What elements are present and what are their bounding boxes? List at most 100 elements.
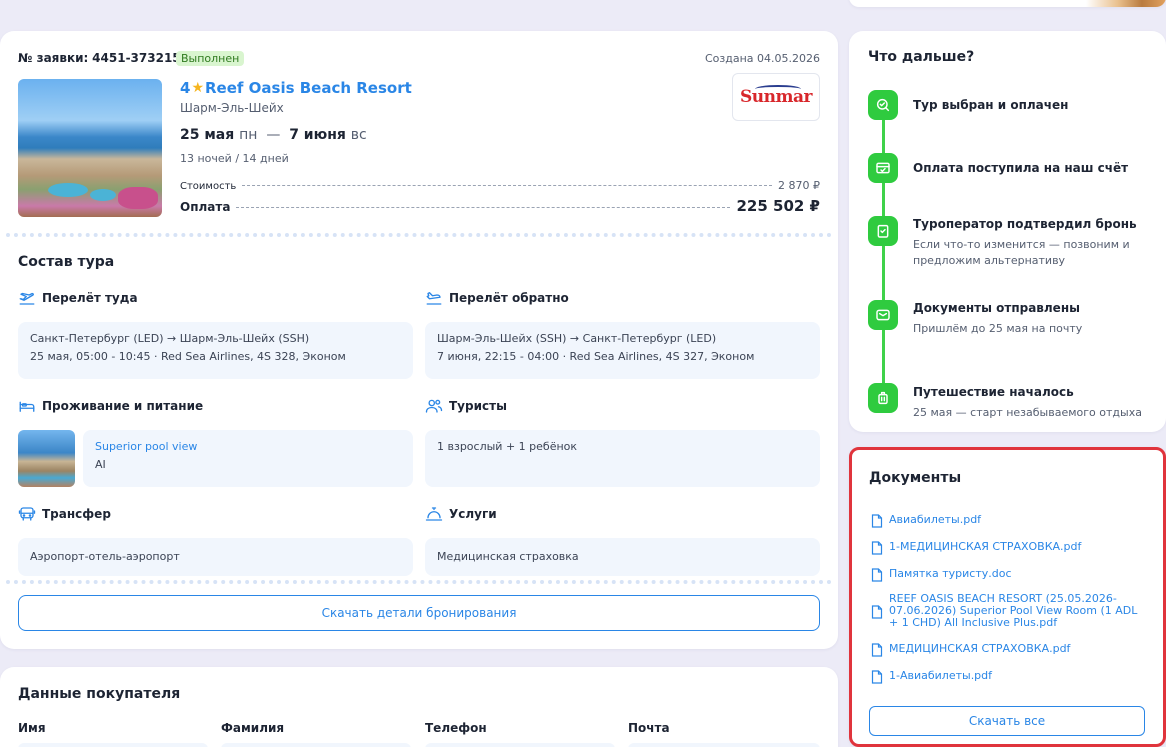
step-description: Пришлём до 25 мая на почту: [913, 322, 1083, 335]
document-link[interactable]: Памятка туристу.doc: [871, 568, 1143, 582]
wallet-icon: [868, 153, 898, 183]
transfer-heading: Трансфер: [18, 505, 111, 523]
room-type-link[interactable]: Superior pool view: [95, 438, 401, 456]
services-box: Медицинская страховка: [425, 538, 820, 576]
file-icon: [871, 514, 883, 528]
next-steps-card: Что дальше? Тур выбран и оплачен Оплата …: [849, 31, 1166, 432]
document-link[interactable]: 1-Авиабилеты.pdf: [871, 670, 1143, 684]
flight-to-details: 25 мая, 05:00 - 10:45 · Red Sea Airlines…: [30, 350, 346, 363]
document-name[interactable]: Памятка туристу.doc: [889, 568, 1012, 580]
step-title: Туроператор подтвердил бронь: [913, 217, 1137, 231]
dow-to: вс: [350, 127, 367, 143]
dates-dash: —: [266, 127, 281, 143]
step-description: 25 мая — старт незабываемого отдыха: [913, 406, 1142, 419]
document-link[interactable]: 1-МЕДИЦИНСКАЯ СТРАХОВКА.pdf: [871, 541, 1143, 555]
flight-to-heading: Перелёт туда: [18, 289, 138, 307]
tourists-value: 1 взрослый + 1 ребёнок: [437, 440, 578, 453]
divider: [6, 233, 832, 237]
nights-count: 13 ночей / 14 дней: [180, 152, 289, 165]
created-date: Создана 04.05.2026: [704, 52, 820, 65]
cost-value: 2 870 ₽: [778, 179, 820, 192]
buyer-title: Данные покупателя: [18, 686, 181, 702]
plane-landing-icon: [426, 292, 442, 305]
buyer-phone-label: Телефон: [425, 721, 487, 735]
document-name[interactable]: МЕДИЦИНСКАЯ СТРАХОВКА.pdf: [889, 643, 1070, 655]
payment-row: Оплата 225 502 ₽: [180, 197, 820, 215]
document-name[interactable]: 1-МЕДИЦИНСКАЯ СТРАХОВКА.pdf: [889, 541, 1081, 553]
document-link[interactable]: REEF OASIS BEACH RESORT (25.05.2026-07.0…: [871, 593, 1143, 629]
service-bell-icon: [425, 507, 443, 521]
hotel-photo[interactable]: [18, 79, 162, 217]
step-title: Оплата поступила на наш счёт: [913, 161, 1129, 175]
hotel-name-link[interactable]: 4 ★ Reef Oasis Beach Resort: [180, 79, 412, 97]
transfer-label: Трансфер: [42, 507, 111, 521]
room-photo[interactable]: [18, 430, 75, 487]
tourists-box: 1 взрослый + 1 ребёнок: [425, 430, 820, 487]
document-link[interactable]: МЕДИЦИНСКАЯ СТРАХОВКА.pdf: [871, 643, 1143, 657]
document-link[interactable]: Авиабилеты.pdf: [871, 514, 1143, 528]
luggage-icon: [868, 383, 898, 413]
plane-takeoff-icon: [19, 292, 35, 305]
payment-label: Оплата: [180, 200, 231, 214]
flight-to-box: Санкт-Петербург (LED) → Шарм-Эль-Шейх (S…: [18, 322, 413, 379]
transfer-value: Аэропорт-отель-аэропорт: [30, 550, 180, 563]
buyer-last-name-field: [221, 743, 411, 747]
flight-back-details: 7 июня, 22:15 - 04:00 · Red Sea Airlines…: [437, 350, 755, 363]
flight-back-label: Перелёт обратно: [449, 291, 569, 305]
accommodation-heading: Проживание и питание: [18, 397, 203, 415]
services-heading: Услуги: [425, 505, 497, 523]
download-all-button[interactable]: Скачать все: [869, 706, 1145, 736]
date-from: 25 мая: [180, 127, 235, 143]
transfer-box: Аэропорт-отель-аэропорт: [18, 538, 413, 576]
booking-card: № заявки: 4451-373215 Выполнен Создана 0…: [0, 31, 838, 649]
buyer-phone-field: [425, 743, 615, 747]
bus-icon: [18, 507, 36, 521]
order-label: № заявки:: [18, 51, 89, 65]
hotel-stars: 4: [180, 79, 191, 97]
accommodation-box: Superior pool view AI: [83, 430, 413, 487]
meal-plan: AI: [95, 458, 106, 471]
cost-label: Стоимость: [180, 181, 237, 192]
status-badge: Выполнен: [176, 51, 245, 66]
clipboard-check-icon: [868, 216, 898, 246]
step-title: Тур выбран и оплачен: [913, 98, 1069, 112]
flight-back-box: Шарм-Эль-Шейх (SSH) → Санкт-Петербург (L…: [425, 322, 820, 379]
order-number: № заявки: 4451-373215: [18, 51, 181, 65]
buyer-first-name-field: [18, 743, 208, 747]
next-steps-title: Что дальше?: [868, 49, 975, 65]
file-icon: [871, 643, 883, 657]
star-icon: ★: [191, 80, 204, 96]
promo-image: [1086, 0, 1166, 7]
buyer-card: Данные покупателя Имя Фамилия Телефон По…: [0, 667, 838, 747]
services-value: Медицинская страховка: [437, 550, 579, 563]
tour-composition-title: Состав тура: [18, 254, 115, 270]
users-icon: [425, 399, 443, 413]
documents-title: Документы: [869, 470, 962, 486]
top-promo-card: [849, 0, 1166, 7]
buyer-email-field: [628, 743, 820, 747]
timeline-line: [882, 105, 885, 395]
divider: [6, 580, 832, 584]
tourists-heading: Туристы: [425, 397, 507, 415]
buyer-email-label: Почта: [628, 721, 670, 735]
file-icon: [871, 670, 883, 684]
tour-dates: 25 мая пн — 7 июня вс: [180, 127, 367, 143]
documents-card: Документы Авиабилеты.pdf 1-МЕДИЦИНСКАЯ С…: [849, 447, 1166, 747]
dow-from: пн: [239, 127, 258, 143]
services-label: Услуги: [449, 507, 497, 521]
buyer-last-name-label: Фамилия: [221, 721, 285, 735]
step-title: Документы отправлены: [913, 301, 1080, 315]
download-booking-details-button[interactable]: Скачать детали бронирования: [18, 595, 820, 631]
order-number-value: 4451-373215: [92, 51, 181, 65]
bed-icon: [19, 401, 35, 412]
tourists-label: Туристы: [449, 399, 507, 413]
search-check-icon: [868, 90, 898, 120]
mail-icon: [868, 300, 898, 330]
document-name[interactable]: REEF OASIS BEACH RESORT (25.05.2026-07.0…: [889, 593, 1143, 629]
document-name[interactable]: 1-Авиабилеты.pdf: [889, 670, 992, 682]
step-title: Путешествие началось: [913, 385, 1074, 399]
flight-back-route: Шарм-Эль-Шейх (SSH) → Санкт-Петербург (L…: [437, 332, 717, 345]
cost-row: Стоимость 2 870 ₽: [180, 179, 820, 192]
document-name[interactable]: Авиабилеты.pdf: [889, 514, 981, 526]
operator-logo: Sunmar: [732, 73, 820, 121]
